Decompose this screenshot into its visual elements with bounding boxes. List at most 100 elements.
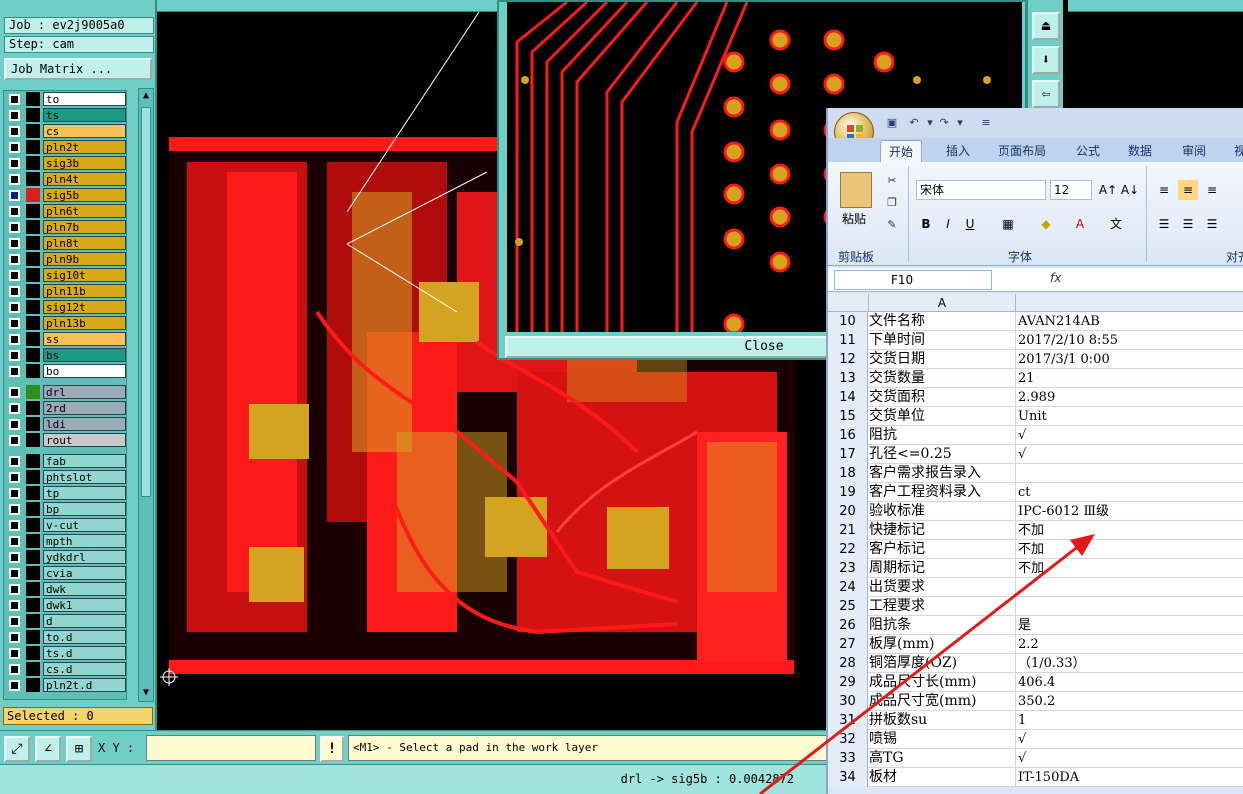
layer-checkbox[interactable]: [9, 366, 20, 377]
row-number[interactable]: 20: [828, 502, 868, 521]
layer-name[interactable]: pln11b: [43, 284, 126, 298]
cell-b[interactable]: [1016, 464, 1243, 483]
layer-checkbox[interactable]: [9, 94, 20, 105]
layer-color-swatch[interactable]: [26, 385, 40, 399]
row-number[interactable]: 34: [828, 768, 868, 787]
layer-name[interactable]: ss: [43, 332, 126, 346]
layer-checkbox[interactable]: [9, 520, 20, 531]
layer-name[interactable]: pln2t.d: [43, 678, 126, 692]
layer-row[interactable]: pln7b: [4, 219, 126, 235]
row-number[interactable]: 14: [828, 388, 868, 407]
cell-b[interactable]: √: [1016, 426, 1243, 445]
layer-color-swatch[interactable]: [26, 502, 40, 516]
cell-b[interactable]: 1: [1016, 711, 1243, 730]
cut-icon[interactable]: ✂: [883, 172, 901, 190]
layer-color-swatch[interactable]: [26, 678, 40, 692]
cell-b[interactable]: [1016, 578, 1243, 597]
layer-color-swatch[interactable]: [26, 204, 40, 218]
layer-name[interactable]: cvia: [43, 566, 126, 580]
cell-b[interactable]: IPC-6012 Ⅲ级: [1016, 502, 1243, 521]
layer-checkbox[interactable]: [9, 632, 20, 643]
cell-b[interactable]: IT-150DA: [1016, 768, 1243, 787]
cell-b[interactable]: ct: [1016, 483, 1243, 502]
cell-a[interactable]: 成品尺寸宽(mm): [868, 692, 1016, 711]
layer-name[interactable]: sig10t: [43, 268, 126, 282]
layer-color-swatch[interactable]: [26, 550, 40, 564]
layer-checkbox[interactable]: [9, 126, 20, 137]
layer-checkbox[interactable]: [9, 664, 20, 675]
cell-a[interactable]: 拼板数su: [868, 711, 1016, 730]
cell-b[interactable]: 是: [1016, 616, 1243, 635]
paste-label[interactable]: 粘贴: [842, 210, 866, 227]
layer-color-swatch[interactable]: [26, 236, 40, 250]
tab-insert[interactable]: 插入: [946, 142, 970, 159]
row-number[interactable]: 11: [828, 331, 868, 350]
paste-icon[interactable]: [840, 172, 872, 208]
layer-color-swatch[interactable]: [26, 662, 40, 676]
tab-page-layout[interactable]: 页面布局: [998, 142, 1046, 159]
cell-b[interactable]: √: [1016, 730, 1243, 749]
layer-name[interactable]: v-cut: [43, 518, 126, 532]
cell-b[interactable]: √: [1016, 749, 1243, 768]
move-down-icon[interactable]: ⬇: [1032, 46, 1060, 74]
layer-color-swatch[interactable]: [26, 332, 40, 346]
layer-color-swatch[interactable]: [26, 518, 40, 532]
redo-dropdown-icon[interactable]: ▾: [952, 116, 968, 130]
tab-review[interactable]: 审阅: [1182, 142, 1206, 159]
layer-checkbox[interactable]: [9, 680, 20, 691]
column-header-a[interactable]: A: [868, 294, 1016, 312]
layer-name[interactable]: ts.d: [43, 646, 126, 660]
layer-color-swatch[interactable]: [26, 348, 40, 362]
layer-name[interactable]: cs.d: [43, 662, 126, 676]
layer-checkbox[interactable]: [9, 568, 20, 579]
layer-name[interactable]: pln4t: [43, 172, 126, 186]
cell-a[interactable]: 客户工程资料录入: [868, 483, 1016, 502]
row-number[interactable]: 24: [828, 578, 868, 597]
layer-row[interactable]: ydkdrl: [4, 549, 126, 565]
layer-row[interactable]: phtslot: [4, 469, 126, 485]
cell-b[interactable]: （1/0.33）: [1016, 654, 1243, 673]
layer-row[interactable]: sig12t: [4, 299, 126, 315]
cell-b[interactable]: 2017/3/1 0:00: [1016, 350, 1243, 369]
layer-row[interactable]: pln6t: [4, 203, 126, 219]
layer-row[interactable]: bp: [4, 501, 126, 517]
layer-row[interactable]: ts: [4, 107, 126, 123]
layer-checkbox[interactable]: [9, 302, 20, 313]
layer-row[interactable]: sig10t: [4, 267, 126, 283]
layer-name[interactable]: sig3b: [43, 156, 126, 170]
cell-a[interactable]: 交货面积: [868, 388, 1016, 407]
layer-row[interactable]: v-cut: [4, 517, 126, 533]
layer-checkbox[interactable]: [9, 552, 20, 563]
layer-name[interactable]: ydkdrl: [43, 550, 126, 564]
layer-color-swatch[interactable]: [26, 140, 40, 154]
layer-name[interactable]: bs: [43, 348, 126, 362]
row-number[interactable]: 16: [828, 426, 868, 445]
layer-checkbox[interactable]: [9, 158, 20, 169]
layer-color-swatch[interactable]: [26, 108, 40, 122]
layer-name[interactable]: sig12t: [43, 300, 126, 314]
cell-a[interactable]: 出货要求: [868, 578, 1016, 597]
font-size-select[interactable]: 12: [1050, 180, 1092, 200]
layer-checkbox[interactable]: [9, 334, 20, 345]
layer-color-swatch[interactable]: [26, 252, 40, 266]
layer-checkbox[interactable]: [9, 616, 20, 627]
layer-color-swatch[interactable]: [26, 486, 40, 500]
layer-checkbox[interactable]: [9, 142, 20, 153]
layer-color-swatch[interactable]: [26, 316, 40, 330]
layer-color-swatch[interactable]: [26, 284, 40, 298]
layer-color-swatch[interactable]: [26, 364, 40, 378]
tab-data[interactable]: 数据: [1128, 142, 1152, 159]
cell-a[interactable]: 阻抗条: [868, 616, 1016, 635]
cell-a[interactable]: 阻抗: [868, 426, 1016, 445]
layer-color-swatch[interactable]: [26, 433, 40, 447]
cell-a[interactable]: 客户需求报告录入: [868, 464, 1016, 483]
layer-color-swatch[interactable]: [26, 401, 40, 415]
bold-button[interactable]: B: [916, 214, 936, 234]
layer-name[interactable]: fab: [43, 454, 126, 468]
cell-a[interactable]: 周期标记: [868, 559, 1016, 578]
layer-checkbox[interactable]: [9, 472, 20, 483]
layer-row[interactable]: dwk1: [4, 597, 126, 613]
align-left-icon[interactable]: ☰: [1154, 214, 1174, 234]
layer-name[interactable]: dwk: [43, 582, 126, 596]
layer-row[interactable]: to: [4, 91, 126, 107]
